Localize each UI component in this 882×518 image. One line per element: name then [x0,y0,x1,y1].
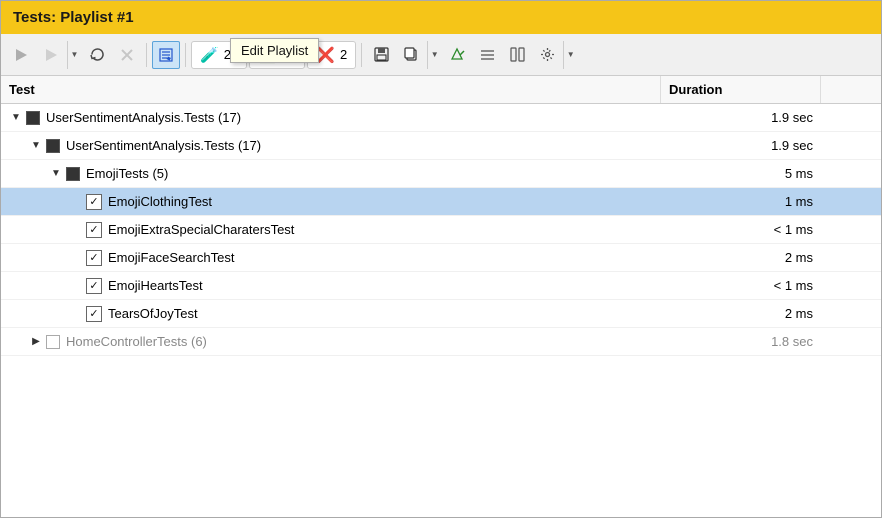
duration-cell: 1.8 sec [661,331,821,352]
test-label: EmojiFaceSearchTest [108,250,234,265]
flask-count-button[interactable]: 🧪 22 [191,41,247,69]
copy-button[interactable] [397,41,425,69]
window-title: Tests: Playlist #1 [13,9,134,26]
checkbox[interactable]: ✓ [86,250,102,266]
group-button[interactable] [473,41,501,69]
checkbox[interactable] [66,167,80,181]
table-row[interactable]: ✓ TearsOfJoyTest 2 ms [1,300,881,328]
save-button[interactable] [367,41,395,69]
fail-count-button[interactable]: ❌ 2 [307,41,356,69]
col-test-header: Test [1,76,661,103]
columns-button[interactable] [503,41,531,69]
run-all-button[interactable] [7,41,35,69]
pass-count-button[interactable]: ✅ 20 [249,41,305,69]
checkbox[interactable]: ✓ [86,222,102,238]
test-label: UserSentimentAnalysis.Tests (17) [66,138,261,153]
duration-cell: < 1 ms [661,275,821,296]
separator-3 [361,43,362,67]
duration-cell: 1 ms [661,191,821,212]
test-cell: ✓ EmojiExtraSpecialCharatersTest [1,219,661,241]
fail-count: 2 [340,47,347,62]
flask-icon: 🧪 [200,46,219,64]
table-row[interactable]: ✓ EmojiClothingTest 1 ms [1,188,881,216]
table-row[interactable]: ✓ EmojiExtraSpecialCharatersTest < 1 ms [1,216,881,244]
test-label: EmojiTests (5) [86,166,168,181]
duration-cell: 1.9 sec [661,135,821,156]
expand-icon[interactable] [29,335,43,349]
fail-icon: ❌ [316,46,335,64]
cancel-button[interactable] [113,41,141,69]
col-extra-header [821,76,881,103]
duration-cell: 5 ms [661,163,821,184]
table-row[interactable]: UserSentimentAnalysis.Tests (17) 1.9 sec [1,104,881,132]
checkbox[interactable]: ✓ [86,278,102,294]
test-cell: UserSentimentAnalysis.Tests (17) [1,135,661,156]
test-label: EmojiClothingTest [108,194,212,209]
separator-1 [146,43,147,67]
pass-count: 20 [282,47,296,62]
edit-playlist-button[interactable] [152,41,180,69]
checkbox[interactable]: ✓ [86,194,102,210]
duration-cell: 2 ms [661,247,821,268]
table-row[interactable]: EmojiTests (5) 5 ms [1,160,881,188]
table-row[interactable]: ✓ EmojiHeartsTest < 1 ms [1,272,881,300]
expand-icon[interactable] [49,167,63,181]
duration-cell: < 1 ms [661,219,821,240]
table-row[interactable]: HomeControllerTests (6) 1.8 sec [1,328,881,356]
col-duration-header: Duration [661,76,821,103]
test-cell: UserSentimentAnalysis.Tests (17) [1,107,661,128]
pass-icon: ✅ [258,46,277,64]
test-cell: HomeControllerTests (6) [1,331,661,352]
table-body: UserSentimentAnalysis.Tests (17) 1.9 sec… [1,104,881,517]
table-row[interactable]: ✓ EmojiFaceSearchTest 2 ms [1,244,881,272]
content-area: Test Duration UserSentimentAnalysis.Test… [1,76,881,517]
test-cell: ✓ EmojiClothingTest [1,191,661,213]
test-cell: ✓ EmojiFaceSearchTest [1,247,661,269]
test-cell: EmojiTests (5) [1,163,661,184]
table-header: Test Duration [1,76,881,104]
toolbar: ▼ 🧪 [1,34,881,76]
test-label: EmojiHeartsTest [108,278,203,293]
test-label: HomeControllerTests (6) [66,334,207,349]
duration-cell: 1.9 sec [661,107,821,128]
checkbox[interactable]: ✓ [86,306,102,322]
flask-count: 22 [224,47,238,62]
table-row[interactable]: UserSentimentAnalysis.Tests (17) 1.9 sec [1,132,881,160]
run-button[interactable] [37,41,65,69]
test-label: UserSentimentAnalysis.Tests (17) [46,110,241,125]
separator-2 [185,43,186,67]
test-label: TearsOfJoyTest [108,306,198,321]
checkbox[interactable] [26,111,40,125]
refresh-button[interactable] [83,41,111,69]
title-bar: Tests: Playlist #1 [1,1,881,34]
run-dropdown[interactable]: ▼ [67,41,81,69]
test-label: EmojiExtraSpecialCharatersTest [108,222,294,237]
test-cell: ✓ EmojiHeartsTest [1,275,661,297]
expand-icon[interactable] [29,139,43,153]
duration-cell: 2 ms [661,303,821,324]
checkbox[interactable] [46,139,60,153]
quick-action-button[interactable] [443,41,471,69]
main-window: Tests: Playlist #1 ▼ [0,0,882,518]
expand-icon[interactable] [9,111,23,125]
copy-dropdown[interactable]: ▼ [427,41,441,69]
checkbox[interactable] [46,335,60,349]
settings-button[interactable] [533,41,561,69]
settings-dropdown[interactable]: ▼ [563,41,577,69]
test-cell: ✓ TearsOfJoyTest [1,303,661,325]
